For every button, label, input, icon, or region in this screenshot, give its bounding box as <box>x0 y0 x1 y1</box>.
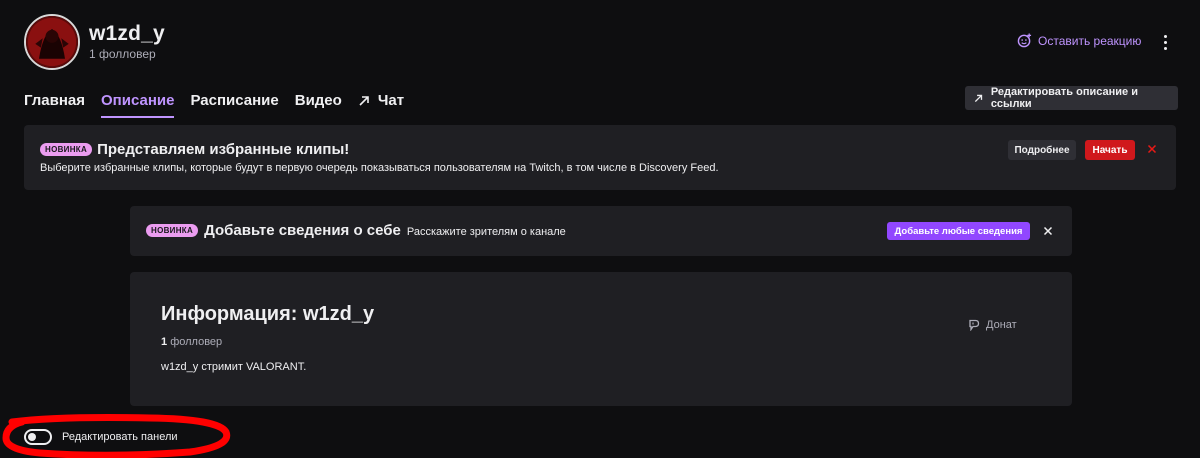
add-reaction-icon <box>1017 33 1032 48</box>
featured-clips-banner: НОВИНКА Представляем избранные клипы! Вы… <box>24 125 1176 190</box>
close-icon[interactable] <box>1043 226 1053 236</box>
add-info-button[interactable]: Добавьте любые сведения <box>887 222 1030 240</box>
promo-title: Представляем избранные клипы! <box>97 141 350 158</box>
donate-icon <box>969 319 980 331</box>
tab-home[interactable]: Главная <box>24 92 85 122</box>
leave-reaction-label: Оставить реакцию <box>1038 33 1142 48</box>
promo-title-row: НОВИНКА Представляем избранные клипы! <box>40 141 349 158</box>
info-followers-word: фолловер <box>170 336 223 348</box>
tab-label: Расписание <box>190 92 279 109</box>
tab-videos[interactable]: Видео <box>295 92 342 122</box>
channel-name: w1zd_y <box>89 22 165 45</box>
tab-chat[interactable]: Чат <box>358 92 404 122</box>
follower-count: 1 фолловер <box>89 47 156 61</box>
edit-description-label: Редактировать описание и ссылки <box>990 86 1138 110</box>
channel-tabs: Главная Описание Расписание Видео Чат <box>24 92 404 122</box>
add-about-banner: НОВИНКА Добавьте сведения о себе Расскаж… <box>130 206 1072 256</box>
edit-panels-label: Редактировать панели <box>62 431 178 443</box>
tab-schedule[interactable]: Расписание <box>190 92 278 122</box>
info-title: Информация: w1zd_y <box>161 303 375 325</box>
start-button[interactable]: Начать <box>1085 140 1135 160</box>
more-options-button[interactable] <box>1155 32 1175 52</box>
tab-about[interactable]: Описание <box>101 92 175 122</box>
info-followers-count: 1 <box>161 336 168 348</box>
tab-label: Описание <box>101 92 175 109</box>
avatar-image <box>26 16 78 68</box>
about-title: Добавьте сведения о себе <box>204 222 401 239</box>
about-subtitle: Расскажите зрителям о канале <box>406 225 566 238</box>
edit-description-button[interactable]: Редактировать описание и ссылки <box>965 86 1178 110</box>
new-badge: НОВИНКА <box>146 224 199 237</box>
external-arrow-icon <box>359 96 369 106</box>
more-vertical-icon <box>1163 34 1167 38</box>
close-icon[interactable] <box>1146 143 1158 155</box>
promo-description: Выберите избранные клипы, которые будут … <box>40 162 719 174</box>
new-badge: НОВИНКА <box>40 143 93 156</box>
leave-reaction-button[interactable]: Оставить реакцию <box>1017 33 1141 48</box>
channel-info-panel: Информация: w1zd_y 1 фолловер w1zd_y стр… <box>130 272 1072 406</box>
info-followers: 1 фолловер <box>161 336 222 348</box>
channel-header: w1zd_y 1 фолловер Оставить реакцию <box>0 0 1200 86</box>
edit-panels-toggle[interactable]: Редактировать панели <box>24 429 178 445</box>
tab-label: Чат <box>377 92 405 109</box>
info-description: w1zd_y стримит VALORANT. <box>161 361 307 373</box>
tab-label: Видео <box>294 92 342 109</box>
toggle-switch[interactable] <box>24 429 52 445</box>
donate-label: Донат <box>986 319 1017 331</box>
arrow-up-right-icon <box>974 94 983 102</box>
more-dot <box>1163 40 1167 44</box>
avatar[interactable] <box>24 14 80 70</box>
learn-more-button[interactable]: Подробнее <box>1008 140 1076 160</box>
tab-label: Главная <box>24 92 86 109</box>
more-dot <box>1163 46 1167 50</box>
about-row: НОВИНКА Добавьте сведения о себе Расскаж… <box>146 222 566 239</box>
donate-link[interactable]: Донат <box>968 319 1017 331</box>
